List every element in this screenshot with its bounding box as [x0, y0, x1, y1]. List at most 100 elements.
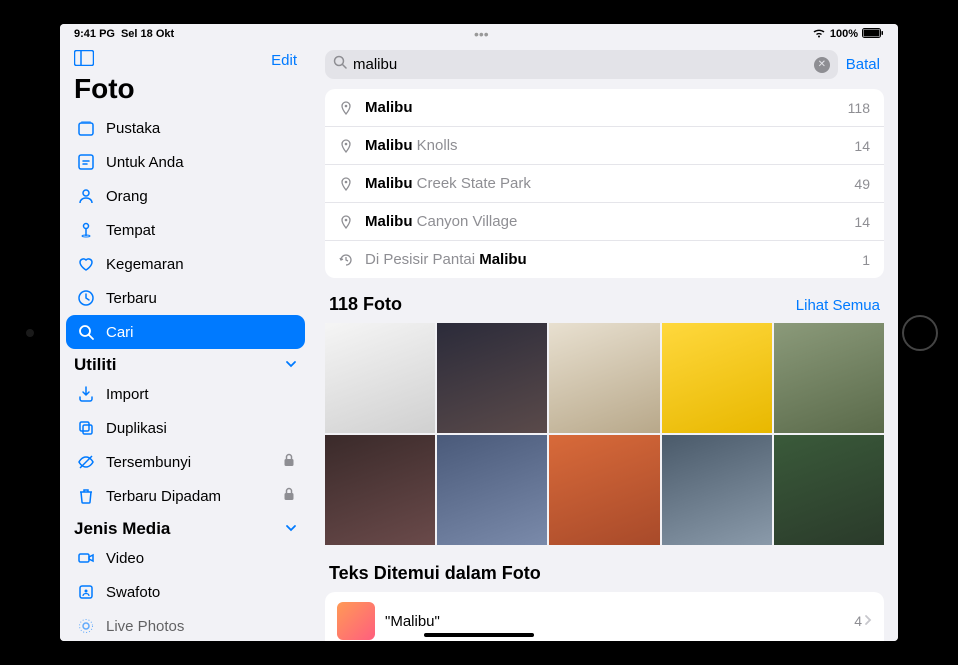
nav-utilities: Import Duplikasi Tersembunyi Terbaru Dip…: [60, 377, 311, 513]
import-icon: [76, 384, 96, 404]
suggestion-row[interactable]: Malibu 118: [325, 89, 884, 127]
sidebar-item-tersembunyi[interactable]: Tersembunyi: [66, 445, 305, 479]
results-header: 118 Foto Lihat Semua: [321, 278, 888, 323]
sidebar-item-label: Duplikasi: [106, 420, 167, 437]
search-suggestions: Malibu 118 Malibu Knolls 14 Malibu Creek…: [325, 89, 884, 278]
photo-thumbnail[interactable]: [325, 323, 435, 433]
photo-thumbnail[interactable]: [662, 323, 772, 433]
edit-button[interactable]: Edit: [271, 52, 297, 69]
sidebar-item-kegemaran[interactable]: Kegemaran: [66, 247, 305, 281]
photo-thumbnail[interactable]: [774, 435, 884, 545]
clear-search-button[interactable]: ✕: [814, 57, 830, 73]
clock-icon: [76, 288, 96, 308]
sidebar-item-swafoto[interactable]: Swafoto: [66, 575, 305, 609]
suggestion-count: 14: [854, 138, 870, 154]
search-icon: [76, 322, 96, 342]
cancel-button[interactable]: Batal: [846, 56, 884, 73]
people-icon: [76, 186, 96, 206]
suggestion-count: 118: [848, 100, 870, 116]
search-icon: [333, 55, 347, 74]
section-title: Jenis Media: [74, 519, 170, 539]
wifi-icon: [812, 28, 826, 41]
sidebar-item-label: Video: [106, 550, 144, 567]
app-title: Foto: [60, 71, 311, 111]
suggestion-text: Malibu: [365, 99, 838, 116]
suggestion-text: Di Pesisir Pantai Malibu: [365, 251, 852, 268]
suggestion-count: 49: [854, 176, 870, 192]
sidebar-item-live-photos[interactable]: Live Photos: [66, 609, 305, 641]
photo-thumbnail[interactable]: [662, 435, 772, 545]
livephotos-icon: [76, 616, 96, 636]
status-time: 9:41 PG: [74, 28, 115, 40]
suggestion-text: Malibu Knolls: [365, 137, 844, 154]
suggestion-row[interactable]: Malibu Knolls 14: [325, 127, 884, 165]
sidebar-item-video[interactable]: Video: [66, 541, 305, 575]
suggestion-count: 14: [854, 214, 870, 230]
camera-dot: [26, 329, 34, 337]
battery-pct: 100%: [830, 28, 858, 40]
nav-primary: Pustaka Untuk Anda Orang Tempat Kegemara…: [60, 111, 311, 349]
battery-icon: [862, 28, 884, 41]
screen: ••• 9:41 PG Sel 18 Okt 100%: [60, 24, 898, 641]
search-field[interactable]: ✕: [325, 50, 838, 79]
status-date: Sel 18 Okt: [121, 28, 174, 40]
photo-thumbnail[interactable]: [437, 323, 547, 433]
sidebar-item-terbaru-dipadam[interactable]: Terbaru Dipadam: [66, 479, 305, 513]
multitask-dots[interactable]: •••: [474, 26, 484, 36]
sidebar-item-label: Import: [106, 386, 149, 403]
sidebar-item-label: Terbaru: [106, 290, 157, 307]
suggestion-row[interactable]: Di Pesisir Pantai Malibu 1: [325, 241, 884, 278]
sidebar-toggle-icon[interactable]: [74, 50, 94, 71]
sidebar-item-pustaka[interactable]: Pustaka: [66, 111, 305, 145]
chevron-down-icon: [285, 519, 297, 539]
section-title: Utiliti: [74, 355, 117, 375]
photo-thumbnail[interactable]: [437, 435, 547, 545]
sidebar-item-label: Terbaru Dipadam: [106, 488, 221, 505]
sidebar-item-untuk-anda[interactable]: Untuk Anda: [66, 145, 305, 179]
photo-thumbnail[interactable]: [774, 323, 884, 433]
chevron-right-icon: [864, 613, 872, 629]
sidebar-item-terbaru[interactable]: Terbaru: [66, 281, 305, 315]
hidden-icon: [76, 452, 96, 472]
places-icon: [76, 220, 96, 240]
trash-icon: [76, 486, 96, 506]
sidebar-item-label: Orang: [106, 188, 148, 205]
lock-icon: [283, 453, 295, 471]
home-indicator[interactable]: [424, 633, 534, 637]
suggestion-text: Malibu Canyon Village: [365, 213, 844, 230]
text-found-thumb: [337, 602, 375, 640]
sidebar-item-tempat[interactable]: Tempat: [66, 213, 305, 247]
photo-thumbnail[interactable]: [325, 435, 435, 545]
sidebar-item-duplikasi[interactable]: Duplikasi: [66, 411, 305, 445]
suggestion-row[interactable]: Malibu Creek State Park 49: [325, 165, 884, 203]
text-found-count: 4: [854, 613, 872, 629]
text-found-row[interactable]: "Malibu" 4: [325, 592, 884, 641]
text-found-title: Teks Ditemui dalam Foto: [321, 545, 888, 592]
pin-icon: [339, 139, 355, 153]
ipad-frame: ••• 9:41 PG Sel 18 Okt 100%: [0, 0, 958, 665]
sidebar-item-import[interactable]: Import: [66, 377, 305, 411]
heart-icon: [76, 254, 96, 274]
sidebar-item-orang[interactable]: Orang: [66, 179, 305, 213]
lock-icon: [283, 487, 295, 505]
see-all-button[interactable]: Lihat Semua: [796, 297, 880, 314]
home-button[interactable]: [902, 315, 938, 351]
sidebar: Edit Foto Pustaka Untuk Anda Orang: [60, 24, 311, 641]
sidebar-item-cari[interactable]: Cari: [66, 315, 305, 349]
section-utiliti[interactable]: Utiliti: [60, 349, 311, 377]
library-icon: [76, 118, 96, 138]
sidebar-item-label: Tempat: [106, 222, 155, 239]
text-found-label: "Malibu": [385, 613, 844, 630]
suggestion-row[interactable]: Malibu Canyon Village 14: [325, 203, 884, 241]
suggestion-count: 1: [862, 252, 870, 268]
sidebar-item-label: Cari: [106, 324, 134, 341]
nav-media: Video Swafoto Live Photos: [60, 541, 311, 641]
sidebar-item-label: Swafoto: [106, 584, 160, 601]
main-content: ✕ Batal Malibu 118 Malibu Knolls 14 Mali: [311, 24, 898, 641]
photo-thumbnail[interactable]: [549, 435, 659, 545]
search-input[interactable]: [353, 56, 808, 73]
duplicate-icon: [76, 418, 96, 438]
photo-thumbnail[interactable]: [549, 323, 659, 433]
history-icon: [339, 253, 355, 267]
section-jenis-media[interactable]: Jenis Media: [60, 513, 311, 541]
